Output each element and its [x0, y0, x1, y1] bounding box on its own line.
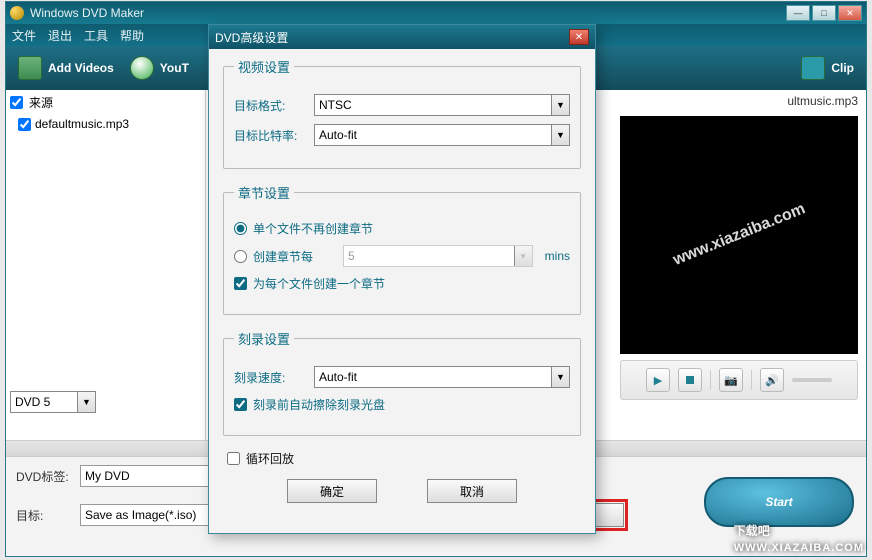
create-every-label: 创建章节每 [253, 248, 313, 265]
chapter-settings-group: 章节设置 单个文件不再创建章节 创建章节每 5 ▾ mins 为每个文件创建一个… [223, 183, 581, 315]
advanced-settings-dialog: DVD高级设置 ✕ 视频设置 目标格式: NTSC ▼ 目标比特率: Auto-… [208, 24, 596, 534]
no-chapters-label: 单个文件不再创建章节 [253, 220, 373, 237]
auto-erase-label: 刻录前自动擦除刻录光盘 [253, 396, 385, 413]
video-settings-group: 视频设置 目标格式: NTSC ▼ 目标比特率: Auto-fit ▼ [223, 57, 581, 169]
source-header: 来源 [10, 94, 201, 111]
menu-exit[interactable]: 退出 [48, 27, 72, 44]
source-label: 来源 [29, 94, 53, 111]
youtube-label: YouT [160, 61, 189, 75]
chapter-interval-value: 5 [348, 249, 355, 263]
menu-file[interactable]: 文件 [12, 27, 36, 44]
chevron-down-icon: ▼ [77, 392, 95, 412]
start-button[interactable]: Start [704, 477, 854, 527]
per-file-chapter-label: 为每个文件创建一个章节 [253, 275, 385, 292]
create-every-radio[interactable] [234, 250, 247, 263]
source-checkbox[interactable] [10, 96, 23, 109]
download-arrow-icon [130, 56, 154, 80]
target-format-value: NTSC [319, 98, 352, 112]
add-videos-icon [18, 56, 42, 80]
chapter-settings-legend: 章节设置 [234, 183, 294, 202]
cancel-button[interactable]: 取消 [427, 479, 517, 503]
target-caption: 目标: [16, 507, 70, 524]
add-videos-label: Add Videos [48, 61, 114, 75]
ok-button-label: 确定 [320, 483, 344, 500]
dialog-close-button[interactable]: ✕ [569, 29, 589, 45]
stop-button[interactable] [678, 368, 702, 392]
snapshot-button[interactable]: 📷 [719, 368, 743, 392]
volume-slider[interactable] [792, 378, 832, 382]
video-settings-legend: 视频设置 [234, 57, 294, 76]
preview-watermark: www.xiazaiba.com [670, 200, 807, 269]
target-format-select[interactable]: NTSC ▼ [314, 94, 570, 116]
app-logo-icon [10, 6, 24, 20]
add-videos-button[interactable]: Add Videos [18, 56, 114, 80]
clip-button[interactable]: Clip [801, 56, 854, 80]
loop-playback-label: 循环回放 [246, 450, 294, 467]
file-checkbox[interactable] [18, 118, 31, 131]
chevron-down-icon: ▼ [551, 125, 569, 145]
maximize-button[interactable]: □ [812, 5, 836, 21]
dvd-label-value: My DVD [85, 469, 130, 483]
menu-help[interactable]: 帮助 [120, 27, 144, 44]
app-title: Windows DVD Maker [30, 6, 786, 20]
play-button[interactable]: ▶ [646, 368, 670, 392]
minimize-button[interactable]: — [786, 5, 810, 21]
file-name-label: defaultmusic.mp3 [35, 117, 129, 131]
cancel-button-label: 取消 [460, 483, 484, 500]
interval-unit-label: mins [545, 249, 570, 263]
dialog-titlebar: DVD高级设置 ✕ [209, 25, 595, 49]
burn-speed-label: 刻录速度: [234, 369, 306, 386]
per-file-chapter-checkbox[interactable] [234, 277, 247, 290]
auto-erase-checkbox[interactable] [234, 398, 247, 411]
target-value: Save as Image(*.iso) [85, 508, 196, 522]
clip-icon [801, 56, 825, 80]
playback-bar: ▶ 📷 🔊 [620, 360, 858, 400]
bitrate-select[interactable]: Auto-fit ▼ [314, 124, 570, 146]
menu-tools[interactable]: 工具 [84, 27, 108, 44]
ok-button[interactable]: 确定 [287, 479, 377, 503]
no-chapters-radio[interactable] [234, 222, 247, 235]
left-panel: 来源 defaultmusic.mp3 DVD 5 ▼ [6, 90, 206, 440]
burn-settings-legend: 刻录设置 [234, 329, 294, 348]
youtube-button[interactable]: YouT [130, 56, 189, 80]
burn-speed-value: Auto-fit [319, 370, 357, 384]
preview-filename: ultmusic.mp3 [787, 94, 858, 112]
burn-settings-group: 刻录设置 刻录速度: Auto-fit ▼ 刻录前自动擦除刻录光盘 [223, 329, 581, 436]
start-button-label: Start [765, 495, 792, 509]
titlebar: Windows DVD Maker — □ ✕ [6, 2, 866, 24]
chevron-down-icon: ▼ [551, 367, 569, 387]
bitrate-value: Auto-fit [319, 128, 357, 142]
chevron-down-icon: ▾ [514, 246, 532, 266]
chapter-interval-select[interactable]: 5 ▾ [343, 245, 533, 267]
dvd-size-select[interactable]: DVD 5 ▼ [10, 391, 96, 413]
bitrate-label: 目标比特率: [234, 127, 306, 144]
file-row[interactable]: defaultmusic.mp3 [10, 115, 201, 133]
dialog-title: DVD高级设置 [215, 29, 569, 46]
video-preview: www.xiazaiba.com [620, 116, 858, 354]
loop-playback-checkbox[interactable] [227, 452, 240, 465]
clip-label: Clip [831, 61, 854, 75]
dvd-label-caption: DVD标签: [16, 468, 70, 485]
volume-button[interactable]: 🔊 [760, 368, 784, 392]
burn-speed-select[interactable]: Auto-fit ▼ [314, 366, 570, 388]
target-format-label: 目标格式: [234, 97, 306, 114]
close-button[interactable]: ✕ [838, 5, 862, 21]
chevron-down-icon: ▼ [551, 95, 569, 115]
dvd-size-value: DVD 5 [15, 395, 50, 409]
